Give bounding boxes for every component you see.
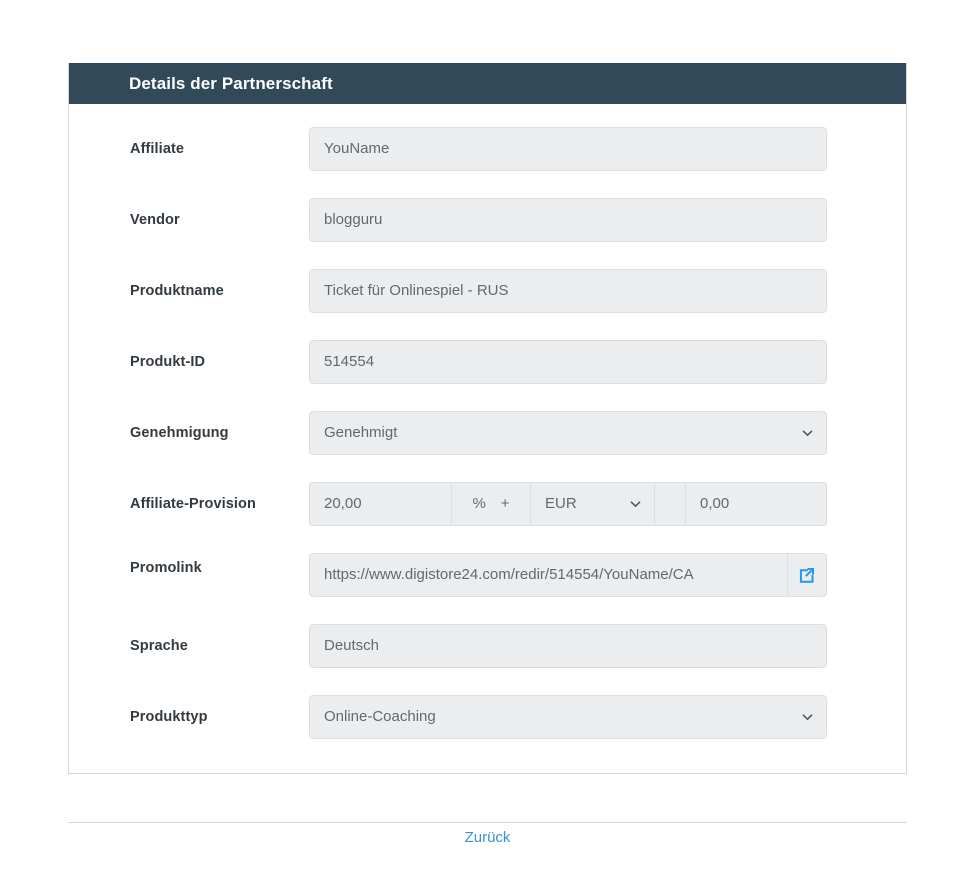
plus-symbol: + <box>500 495 510 512</box>
control-product-id: 514554 <box>309 339 827 384</box>
chevron-down-icon <box>802 711 813 722</box>
control-affiliate: YouName <box>309 126 827 171</box>
label-promolink: Promolink <box>130 559 202 576</box>
form-row-language: Sprache Deutsch <box>69 623 906 668</box>
control-product-name: Ticket für Onlinespiel - RUS <box>309 268 827 313</box>
control-promolink: https://www.digistore24.com/redir/514554… <box>309 552 827 597</box>
page-title: Details der Partnerschaft <box>129 73 333 93</box>
label-product-id: Produkt-ID <box>130 353 206 370</box>
commission-separator <box>654 481 686 526</box>
card-body: Affiliate YouName Vendor blogguru Produk… <box>69 104 906 773</box>
external-link-icon <box>797 565 817 585</box>
commission-input-group: 20,00 % + EUR 0,00 <box>309 481 827 526</box>
label-language: Sprache <box>130 637 188 654</box>
control-language: Deutsch <box>309 623 827 668</box>
control-commission: 20,00 % + EUR 0,00 <box>309 481 827 526</box>
affiliate-input[interactable]: YouName <box>309 126 827 171</box>
chevron-down-icon <box>802 427 813 438</box>
form-row-product-type: Produkttyp Online-Coaching <box>69 694 906 739</box>
percent-symbol: % <box>472 495 486 512</box>
product-name-input[interactable]: Ticket für Onlinespiel - RUS <box>309 268 827 313</box>
control-approval: Genehmigt <box>309 410 827 455</box>
control-vendor: blogguru <box>309 197 827 242</box>
product-type-select-value: Online-Coaching <box>324 708 436 725</box>
product-type-select[interactable]: Online-Coaching <box>309 694 827 739</box>
form-row-promolink: Promolink https://www.digistore24.com/re… <box>69 552 906 597</box>
form-row-commission: Affiliate-Provision 20,00 % + EUR 0,00 <box>69 481 906 526</box>
vendor-input[interactable]: blogguru <box>309 197 827 242</box>
promolink-open-button[interactable] <box>787 552 827 597</box>
promolink-input-group: https://www.digistore24.com/redir/514554… <box>309 552 827 597</box>
label-approval: Genehmigung <box>130 424 229 441</box>
page-root: Details der Partnerschaft Affiliate YouN… <box>0 0 975 876</box>
commission-percent-input[interactable]: 20,00 <box>309 481 452 526</box>
form-row-product-name: Produktname Ticket für Onlinespiel - RUS <box>69 268 906 313</box>
footer-divider <box>68 822 907 823</box>
form-row-product-id: Produkt-ID 514554 <box>69 339 906 384</box>
chevron-down-icon <box>630 498 641 509</box>
commission-currency-value: EUR <box>545 495 577 512</box>
card-header: Details der Partnerschaft <box>69 63 906 104</box>
language-input[interactable]: Deutsch <box>309 623 827 668</box>
form-row-affiliate: Affiliate YouName <box>69 126 906 171</box>
commission-currency-select[interactable]: EUR <box>530 481 655 526</box>
approval-select[interactable]: Genehmigt <box>309 410 827 455</box>
label-vendor: Vendor <box>130 211 180 228</box>
label-affiliate: Affiliate <box>130 140 185 157</box>
partnership-details-card: Details der Partnerschaft Affiliate YouN… <box>68 63 907 774</box>
promolink-input[interactable]: https://www.digistore24.com/redir/514554… <box>309 552 788 597</box>
back-link[interactable]: Zurück <box>68 829 907 846</box>
commission-fixed-input[interactable]: 0,00 <box>685 481 827 526</box>
form-row-vendor: Vendor blogguru <box>69 197 906 242</box>
label-product-name: Produktname <box>130 282 224 299</box>
label-product-type: Produkttyp <box>130 708 208 725</box>
label-commission: Affiliate-Provision <box>130 495 256 512</box>
control-product-type: Online-Coaching <box>309 694 827 739</box>
approval-select-value: Genehmigt <box>324 424 398 441</box>
product-id-input[interactable]: 514554 <box>309 339 827 384</box>
form-row-approval: Genehmigung Genehmigt <box>69 410 906 455</box>
commission-unit-addon: % + <box>451 481 531 526</box>
